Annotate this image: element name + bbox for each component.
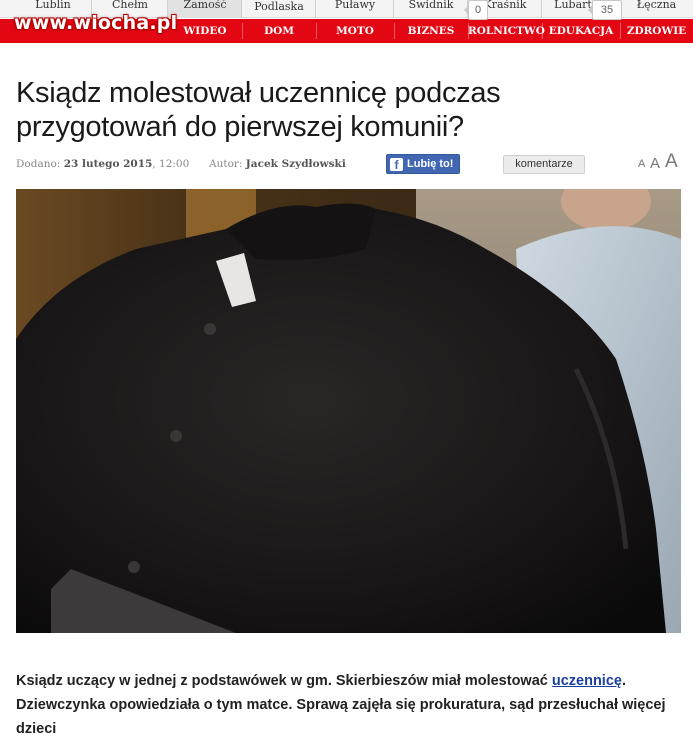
like-label: Lubię to!: [407, 158, 454, 170]
city-label: Lublin: [35, 0, 71, 11]
time-value: , 12:00: [152, 158, 190, 170]
lead-link[interactable]: uczennicę: [552, 673, 622, 689]
article-author: Autor: Jacek Szydłowski: [209, 158, 346, 170]
article-lead: Ksiądz uczący w jednej z podstawówek w g…: [16, 669, 666, 737]
city-link-pulawy[interactable]: Puławy: [316, 0, 394, 18]
category-link-zdrowie[interactable]: ZDROWIE: [620, 19, 693, 43]
article-title: Ksiądz molestował uczennicę podczas przy…: [16, 77, 501, 143]
city-label: Chełm: [111, 0, 148, 11]
lead-text: Ksiądz uczący w jednej z podstawówek w g…: [16, 673, 552, 689]
priest-cassock-image: [16, 189, 681, 633]
city-link-biala-podlaska[interactable]: Biała Podlaska: [242, 0, 316, 18]
date-label: Dodano:: [16, 158, 61, 170]
city-label: Zamość: [183, 0, 227, 11]
font-size-small-button[interactable]: A: [638, 158, 645, 170]
font-size-medium-button[interactable]: A: [650, 155, 660, 172]
city-link-leczna[interactable]: Łęczna: [620, 0, 693, 18]
comments-count: 35: [588, 0, 622, 20]
category-link-dom[interactable]: DOM: [242, 19, 316, 43]
site-watermark: www.wiocha.pl: [14, 12, 178, 34]
like-count: 0: [464, 0, 488, 20]
category-link-edukacja[interactable]: EDUKACJA: [542, 19, 620, 43]
date-value: 23 lutego 2015: [63, 158, 153, 170]
city-label: Łęczna: [636, 0, 677, 11]
font-size-large-button[interactable]: A: [665, 151, 678, 173]
facebook-icon: f: [390, 158, 403, 172]
category-link-rolnictwo[interactable]: ROLNICTWO: [468, 19, 545, 43]
author-name: Jacek Szydłowski: [245, 158, 346, 170]
article-date: Dodano: 23 lutego 2015, 12:00: [16, 158, 189, 170]
facebook-like-button[interactable]: f Lubię to!: [386, 154, 460, 174]
category-link-biznes[interactable]: BIZNES: [394, 19, 468, 43]
article-photo: [16, 189, 681, 633]
city-label: Biała Podlaska: [254, 0, 304, 13]
category-link-moto[interactable]: MOTO: [316, 19, 394, 43]
comments-button[interactable]: komentarze: [503, 155, 585, 174]
city-link-zamosc[interactable]: Zamość: [168, 0, 242, 18]
city-label: Świdnik: [408, 0, 454, 11]
city-label: Kraśnik: [483, 0, 527, 11]
category-link-wideo[interactable]: WIDEO: [168, 19, 242, 43]
author-label: Autor:: [209, 158, 243, 170]
city-link-swidnik[interactable]: Świdnik: [394, 0, 468, 18]
city-label: Puławy: [334, 0, 376, 11]
